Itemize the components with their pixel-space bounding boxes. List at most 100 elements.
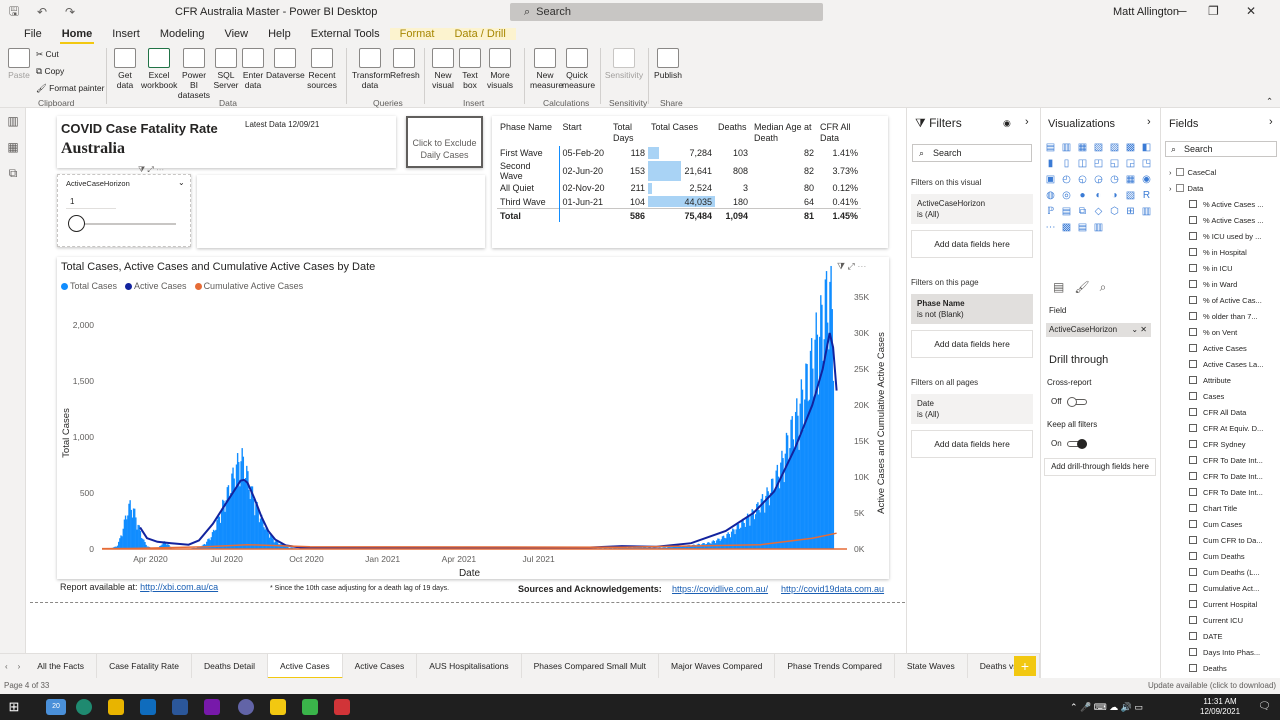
tab-page[interactable]: Deaths Detail bbox=[192, 653, 269, 679]
sql-server-button[interactable]: SQL Server bbox=[212, 48, 240, 90]
menu-help[interactable]: Help bbox=[258, 28, 301, 40]
expand-icon[interactable]: › bbox=[1169, 168, 1172, 177]
column-header[interactable]: Start bbox=[558, 120, 610, 146]
clock[interactable]: 11:31 AM 12/09/2021 bbox=[1200, 697, 1240, 717]
funnel-icon[interactable]: ◳ bbox=[1140, 157, 1153, 170]
key-influencers-icon[interactable]: ◇ bbox=[1092, 205, 1105, 218]
camtasia-icon[interactable] bbox=[302, 699, 318, 715]
column-header[interactable]: Total Cases bbox=[648, 120, 715, 146]
add-drill-through-field[interactable]: Add drill-through fields here bbox=[1044, 458, 1156, 476]
field-checkbox[interactable] bbox=[1189, 408, 1197, 416]
column-header[interactable]: Median Age at Death bbox=[751, 120, 817, 146]
visual-filter-card[interactable]: ActiveCaseHorizon is (All) bbox=[911, 194, 1033, 224]
update-available-link[interactable]: Update available (click to download) bbox=[1148, 681, 1276, 690]
filled-map-icon[interactable]: ▦ bbox=[1124, 173, 1137, 186]
field-checkbox[interactable] bbox=[1189, 360, 1197, 368]
report-view-icon[interactable]: ▥ bbox=[0, 108, 26, 134]
field-item[interactable]: % in ICU bbox=[1161, 260, 1279, 276]
field-item[interactable]: Cases bbox=[1161, 388, 1279, 404]
menu-external-tools[interactable]: External Tools bbox=[301, 28, 390, 40]
get-data-button[interactable]: Get data bbox=[110, 48, 140, 90]
field-item[interactable]: Active Cases bbox=[1161, 340, 1279, 356]
field-item[interactable]: CFR To Date Int... bbox=[1161, 452, 1279, 468]
source-link-2[interactable]: http://covid19data.com.au bbox=[781, 584, 884, 594]
stacked-column-icon[interactable]: ▥ bbox=[1060, 141, 1073, 154]
tab-page[interactable]: Major Waves Compared bbox=[659, 653, 776, 679]
field-item[interactable]: Cumulative Act... bbox=[1161, 580, 1279, 596]
taskbar-badge[interactable]: 20 bbox=[46, 699, 66, 715]
tab-next-icon[interactable]: › bbox=[13, 662, 26, 671]
word-icon[interactable] bbox=[172, 699, 188, 715]
source-link-1[interactable]: https://covidlive.com.au/ bbox=[672, 584, 768, 594]
decomp-tree-icon[interactable]: ⬡ bbox=[1108, 205, 1121, 218]
column-header[interactable]: Total Days bbox=[610, 120, 648, 146]
tab-page[interactable]: State Waves bbox=[895, 653, 968, 679]
column-header[interactable]: Deaths bbox=[715, 120, 751, 146]
field-checkbox[interactable] bbox=[1189, 552, 1197, 560]
slicer-value-input[interactable]: 1 bbox=[66, 197, 116, 209]
field-checkbox[interactable] bbox=[1189, 376, 1197, 384]
stacked-area-icon[interactable]: ▯ bbox=[1060, 157, 1073, 170]
field-checkbox[interactable] bbox=[1189, 504, 1197, 512]
add-page-button[interactable]: + bbox=[1014, 656, 1036, 676]
stacked-bar-icon[interactable]: ▤ bbox=[1044, 141, 1057, 154]
exclude-daily-cases-button[interactable]: Click to Exclude Daily Cases bbox=[406, 116, 483, 168]
page-filter-card[interactable]: Phase Name is not (Blank) bbox=[911, 294, 1033, 324]
minimize-icon[interactable]: ─ bbox=[1178, 4, 1187, 18]
field-item[interactable]: % Active Cases ... bbox=[1161, 196, 1279, 212]
expand-icon[interactable]: › bbox=[1169, 184, 1172, 193]
outlook-icon[interactable] bbox=[140, 699, 156, 715]
copy-button[interactable]: ⧉ Copy bbox=[36, 66, 64, 76]
field-item[interactable]: Active Cases La... bbox=[1161, 356, 1279, 372]
table-row[interactable]: All Quiet 02-Nov-20 211 2,524 3 80 0.12% bbox=[497, 181, 861, 196]
field-item[interactable]: % on Vent bbox=[1161, 324, 1279, 340]
system-tray-icons[interactable]: ⌃ 🎤 ⌨ ☁ 🔊 ▭ bbox=[1070, 702, 1143, 713]
tab-page[interactable]: AUS Hospitalisations bbox=[417, 653, 522, 679]
publish-button[interactable]: Publish bbox=[652, 48, 684, 80]
card-icon[interactable]: ● bbox=[1076, 189, 1089, 202]
tab-page[interactable]: Active Cases bbox=[343, 653, 418, 679]
table-row[interactable]: Third Wave 01-Jun-21 104 44,035 180 64 0.41% bbox=[497, 195, 861, 209]
field-checkbox[interactable] bbox=[1189, 472, 1197, 480]
cases-chart[interactable]: Total Cases, Active Cases and Cumulative… bbox=[57, 257, 889, 579]
field-checkbox[interactable] bbox=[1189, 664, 1197, 672]
field-item[interactable]: Current Hospital bbox=[1161, 596, 1279, 612]
menu-format[interactable]: Format bbox=[389, 28, 445, 40]
paste-button[interactable]: Paste bbox=[6, 48, 32, 80]
field-checkbox[interactable] bbox=[1189, 280, 1197, 288]
field-item[interactable]: CFR All Data bbox=[1161, 404, 1279, 420]
field-item[interactable]: % of Active Cas... bbox=[1161, 292, 1279, 308]
field-item[interactable]: Cum CFR to Da... bbox=[1161, 532, 1279, 548]
line-icon[interactable]: ◧ bbox=[1140, 141, 1153, 154]
add-visual-filter-field[interactable]: Add data fields here bbox=[911, 230, 1033, 258]
waterfall-icon[interactable]: ◲ bbox=[1124, 157, 1137, 170]
field-checkbox[interactable] bbox=[1189, 488, 1197, 496]
field-item[interactable]: Cum Deaths (L... bbox=[1161, 564, 1279, 580]
field-item[interactable]: Cum Cases bbox=[1161, 516, 1279, 532]
field-checkbox[interactable] bbox=[1189, 264, 1197, 272]
edge-icon[interactable] bbox=[76, 699, 92, 715]
covidlive-link[interactable]: https://covidlive.com.au/ bbox=[672, 584, 768, 594]
column-header[interactable]: CFR All Data bbox=[817, 120, 861, 146]
field-checkbox[interactable] bbox=[1189, 584, 1197, 592]
user-name[interactable]: Matt Allington bbox=[1113, 6, 1179, 18]
scatter-icon[interactable]: ▣ bbox=[1044, 173, 1057, 186]
build-visual-tabs[interactable]: ▤ 🖌 ⌕ bbox=[1053, 280, 1106, 295]
azure-map-icon[interactable]: ◍ bbox=[1044, 189, 1057, 202]
cut-button[interactable]: ✂ Cut bbox=[36, 49, 59, 59]
data-view-icon[interactable]: ▦ bbox=[0, 134, 26, 160]
field-item[interactable]: CFR To Date Int... bbox=[1161, 484, 1279, 500]
collapse-fields-icon[interactable]: › bbox=[1269, 116, 1273, 128]
teams-icon[interactable] bbox=[238, 699, 254, 715]
slicer-handle[interactable] bbox=[68, 215, 85, 232]
field-checkbox[interactable] bbox=[1189, 296, 1197, 304]
table-row[interactable]: First Wave 05-Feb-20 118 7,284 103 82 1.41% bbox=[497, 146, 861, 160]
cross-report-toggle[interactable] bbox=[1067, 397, 1087, 407]
redo-icon[interactable]: ↷ bbox=[56, 5, 84, 19]
map-icon[interactable]: ◷ bbox=[1108, 173, 1121, 186]
multi-card-icon[interactable]: ◐ bbox=[1092, 189, 1105, 202]
field-checkbox[interactable] bbox=[1189, 648, 1197, 656]
notifications-icon[interactable]: 🗨 bbox=[1258, 701, 1271, 712]
power-bi-datasets-button[interactable]: Power BI datasets bbox=[177, 48, 211, 100]
field-item[interactable]: CFR Sydney bbox=[1161, 436, 1279, 452]
